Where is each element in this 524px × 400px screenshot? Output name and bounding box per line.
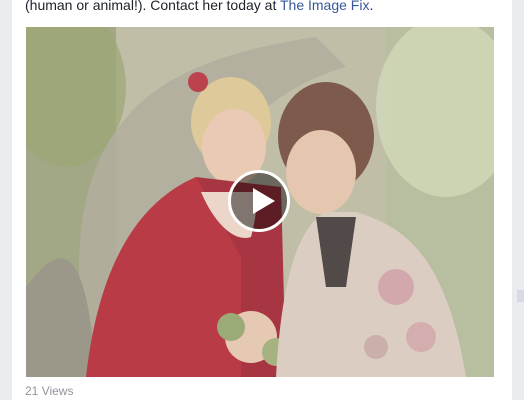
view-count: 21 Views	[25, 384, 74, 398]
play-button[interactable]	[228, 170, 290, 232]
post-caption: (human or animal!). Contact her today at…	[25, 0, 373, 14]
play-icon	[253, 188, 275, 214]
video-player[interactable]	[26, 27, 494, 377]
scrollbar-edge[interactable]	[517, 290, 524, 302]
image-fix-link[interactable]: The Image Fix	[280, 0, 369, 13]
post-card: (human or animal!). Contact her today at…	[12, 0, 512, 400]
caption-text: (human or animal!). Contact her today at	[25, 0, 280, 13]
caption-end: .	[369, 0, 374, 13]
